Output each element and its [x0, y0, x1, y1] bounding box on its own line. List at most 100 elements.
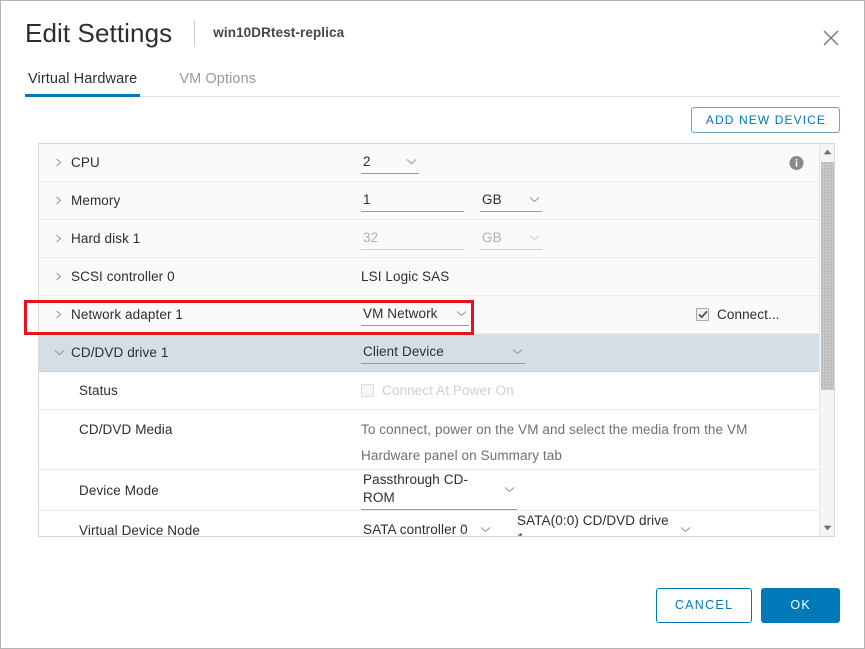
dialog-footer: CANCEL OK	[1, 563, 864, 648]
chevron-down-icon	[680, 526, 691, 533]
subrow-value-device-mode-cell: Passthrough CD-ROM	[361, 470, 819, 510]
add-new-device-button[interactable]: ADD NEW DEVICE	[691, 107, 840, 133]
device-mode-select[interactable]: Passthrough CD-ROM	[361, 470, 517, 510]
subrow-label-device-mode-cell: Device Mode	[39, 483, 361, 498]
device-label-cpu: CPU	[71, 155, 100, 170]
virtual-device-node-select[interactable]: SATA(0:0) CD/DVD drive 1	[515, 511, 693, 536]
cddvd-media-help-line-1: To connect, power on the VM and select t…	[361, 417, 747, 443]
scsi-controller-type-value: LSI Logic SAS	[361, 269, 449, 284]
chevron-down-icon	[529, 196, 540, 203]
device-row-hard-disk-1[interactable]: Hard disk 1 GB	[39, 220, 819, 258]
caret-down-icon	[823, 525, 832, 531]
device-row-memory[interactable]: Memory GB	[39, 182, 819, 220]
chevron-right-icon[interactable]	[54, 158, 71, 167]
tab-vm-options[interactable]: VM Options	[176, 71, 259, 96]
subrow-value-media-cell: To connect, power on the VM and select t…	[361, 410, 819, 469]
cpu-count-value: 2	[363, 153, 371, 171]
device-subrow-virtual-device-node: Virtual Device Node SATA controller 0 SA…	[39, 511, 819, 536]
device-subrow-device-mode: Device Mode Passthrough CD-ROM	[39, 470, 819, 511]
device-subrow-cddvd-media: CD/DVD Media To connect, power on the VM…	[39, 410, 819, 470]
dialog-header: Edit Settings win10DRtest-replica	[1, 1, 864, 64]
cddvd-media-help-line-2: Hardware panel on Summary tab	[361, 443, 747, 469]
device-value-cpu-cell: 2	[361, 152, 819, 174]
close-icon	[822, 29, 840, 47]
memory-size-input[interactable]	[361, 190, 464, 212]
subrow-label-status: Status	[79, 383, 118, 398]
device-list-scrollbar[interactable]	[819, 144, 834, 536]
device-label-network-cell: Network adapter 1	[39, 307, 361, 322]
connect-at-power-on-label: Connect At Power On	[382, 383, 514, 398]
checkbox-box	[361, 384, 374, 397]
info-icon	[789, 155, 804, 170]
cpu-info-button[interactable]	[789, 155, 804, 170]
toolbar: ADD NEW DEVICE	[1, 97, 864, 143]
subrow-value-status-cell: Connect At Power On	[361, 383, 819, 398]
device-value-hard-disk-cell: GB	[361, 228, 819, 250]
device-label-hard-disk-1: Hard disk 1	[71, 231, 140, 246]
device-label-scsi-controller-0: SCSI controller 0	[71, 269, 175, 284]
hard-disk-unit-select[interactable]: GB	[480, 228, 542, 250]
device-list-scroll-content: CPU 2	[39, 144, 819, 536]
chevron-right-icon[interactable]	[54, 196, 71, 205]
device-value-scsi-cell: LSI Logic SAS	[361, 269, 819, 284]
cddvd-media-help-text: To connect, power on the VM and select t…	[361, 410, 747, 469]
device-value-network-cell: VM Network Connect...	[361, 304, 819, 326]
subrow-value-node-cell: SATA controller 0 SATA(0:0) CD/DVD drive…	[361, 511, 819, 536]
subrow-label-cddvd-media: CD/DVD Media	[79, 422, 172, 437]
virtual-device-controller-value: SATA controller 0	[363, 521, 468, 537]
device-row-network-adapter-1[interactable]: Network adapter 1 VM Network	[39, 296, 819, 334]
scrollbar-thumb[interactable]	[821, 162, 834, 390]
chevron-down-icon	[456, 310, 467, 317]
device-value-memory-cell: GB	[361, 190, 819, 212]
subrow-label-device-mode: Device Mode	[79, 483, 159, 498]
memory-unit-select[interactable]: GB	[480, 190, 542, 212]
page-title: Edit Settings	[25, 20, 172, 46]
connect-at-power-on-checkbox[interactable]: Connect At Power On	[361, 383, 514, 398]
vm-name-subtitle: win10DRtest-replica	[213, 25, 344, 40]
device-label-cddvd-drive-1: CD/DVD drive 1	[71, 345, 168, 360]
scroll-up-button[interactable]	[820, 144, 834, 160]
device-subrow-status: Status Connect At Power On	[39, 372, 819, 410]
device-label-hard-disk-cell: Hard disk 1	[39, 231, 361, 246]
checkbox-box	[696, 308, 709, 321]
chevron-right-icon[interactable]	[54, 272, 71, 281]
cpu-count-select[interactable]: 2	[361, 152, 419, 174]
device-label-network-adapter-1: Network adapter 1	[71, 307, 183, 322]
hard-disk-size-input[interactable]	[361, 228, 464, 250]
tab-virtual-hardware[interactable]: Virtual Hardware	[25, 71, 140, 96]
device-row-scsi-controller-0[interactable]: SCSI controller 0 LSI Logic SAS	[39, 258, 819, 296]
chevron-down-icon	[512, 348, 523, 355]
device-label-memory-cell: Memory	[39, 193, 361, 208]
edit-settings-dialog: Edit Settings win10DRtest-replica Virtua…	[0, 0, 865, 649]
chevron-right-icon[interactable]	[54, 234, 71, 243]
cddvd-backing-select[interactable]: Client Device	[361, 342, 525, 364]
cddvd-backing-value: Client Device	[363, 343, 444, 361]
chevron-right-icon[interactable]	[54, 310, 71, 319]
chevron-down-icon	[529, 234, 540, 241]
scroll-down-button[interactable]	[820, 520, 834, 536]
subrow-label-status-cell: Status	[39, 383, 361, 398]
chevron-down-icon[interactable]	[54, 349, 71, 356]
hard-disk-unit-value: GB	[482, 229, 502, 247]
subrow-label-node-cell: Virtual Device Node	[39, 523, 361, 537]
title-divider	[194, 20, 195, 46]
device-row-cpu[interactable]: CPU 2	[39, 144, 819, 182]
ok-button[interactable]: OK	[761, 588, 840, 623]
cancel-button[interactable]: CANCEL	[656, 588, 753, 623]
device-label-scsi-cell: SCSI controller 0	[39, 269, 361, 284]
chevron-down-icon	[504, 486, 515, 493]
caret-up-icon	[823, 149, 832, 155]
network-connect-label: Connect...	[717, 307, 780, 322]
close-button[interactable]	[818, 25, 844, 51]
subrow-label-media-cell: CD/DVD Media	[39, 410, 361, 437]
network-connect-checkbox[interactable]: Connect...	[696, 307, 780, 322]
check-icon	[698, 310, 708, 319]
network-select[interactable]: VM Network	[361, 304, 469, 326]
device-label-cddvd-cell: CD/DVD drive 1	[39, 345, 361, 360]
network-value: VM Network	[363, 305, 438, 323]
device-value-cddvd-cell: Client Device	[361, 342, 819, 364]
virtual-device-controller-select[interactable]: SATA controller 0	[361, 520, 493, 537]
tab-bar: Virtual Hardware VM Options	[25, 64, 840, 97]
device-label-cpu-cell: CPU	[39, 155, 361, 170]
device-row-cddvd-drive-1[interactable]: CD/DVD drive 1 Client Device	[39, 334, 819, 372]
